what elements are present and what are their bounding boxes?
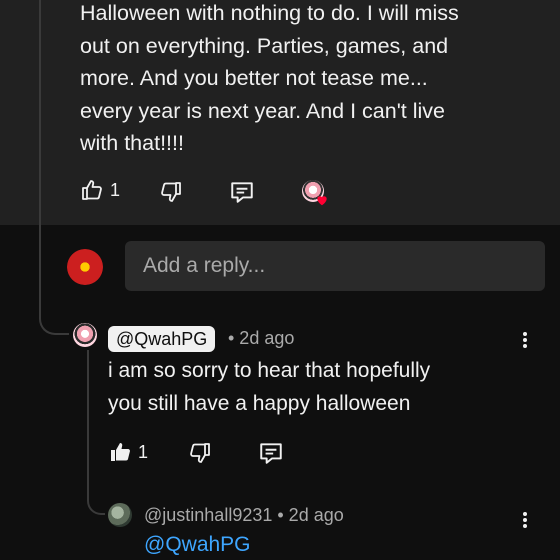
author-handle-text[interactable]: @justinhall9231 <box>144 505 272 525</box>
avatar[interactable] <box>108 503 132 527</box>
reply-line: i am so sorry to hear that hopefully <box>108 359 431 382</box>
like-count: 1 <box>110 179 121 200</box>
mention-link[interactable]: @QwahPG <box>144 533 251 557</box>
thumbs-up-icon <box>80 178 104 202</box>
comment-icon <box>258 440 284 466</box>
reply-text: i am so sorry to hear that hopefully you… <box>108 355 430 420</box>
thread-connector <box>87 455 105 515</box>
comment-icon <box>229 179 255 205</box>
like-count: 1 <box>138 441 149 462</box>
timestamp: • 2d ago <box>228 328 295 348</box>
timestamp: • 2d ago <box>277 505 344 525</box>
thread-line <box>39 0 41 225</box>
thread-connector <box>39 295 69 335</box>
heart-icon <box>315 193 329 207</box>
author-handle[interactable]: @justinhall9231 • 2d ago <box>144 505 344 526</box>
reply-button[interactable] <box>258 440 284 466</box>
add-reply-input[interactable]: Add a reply... <box>125 241 545 291</box>
comment-line: more. And you better not tease me... <box>80 66 428 90</box>
author-handle-badge[interactable]: @QwahPG <box>108 326 216 352</box>
thumbs-down-icon <box>188 441 212 465</box>
more-options-button[interactable] <box>522 510 528 530</box>
more-options-button[interactable] <box>522 330 528 350</box>
thread-line <box>87 350 89 460</box>
comment-text: Halloween with nothing to do. I will mis… <box>80 0 540 160</box>
comment-line: out on everything. Parties, games, and <box>80 33 449 58</box>
thread-line <box>39 225 41 303</box>
comment-line: Halloween with nothing to do. I will mis… <box>80 1 459 25</box>
thumbs-up-filled-icon <box>108 440 132 464</box>
reply-line: you still have a happy halloween <box>108 391 411 415</box>
thumbs-down-icon <box>159 180 183 204</box>
comment-line: with that!!!! <box>80 131 184 155</box>
avatar[interactable] <box>73 323 97 347</box>
comment-line: every year is next year. And I can't liv… <box>80 98 446 123</box>
user-avatar <box>67 249 103 285</box>
dislike-button[interactable] <box>159 180 183 204</box>
like-button[interactable]: 1 <box>108 440 148 464</box>
reply-button[interactable] <box>229 179 255 205</box>
dislike-button[interactable] <box>188 441 212 465</box>
like-button[interactable]: 1 <box>80 178 120 202</box>
